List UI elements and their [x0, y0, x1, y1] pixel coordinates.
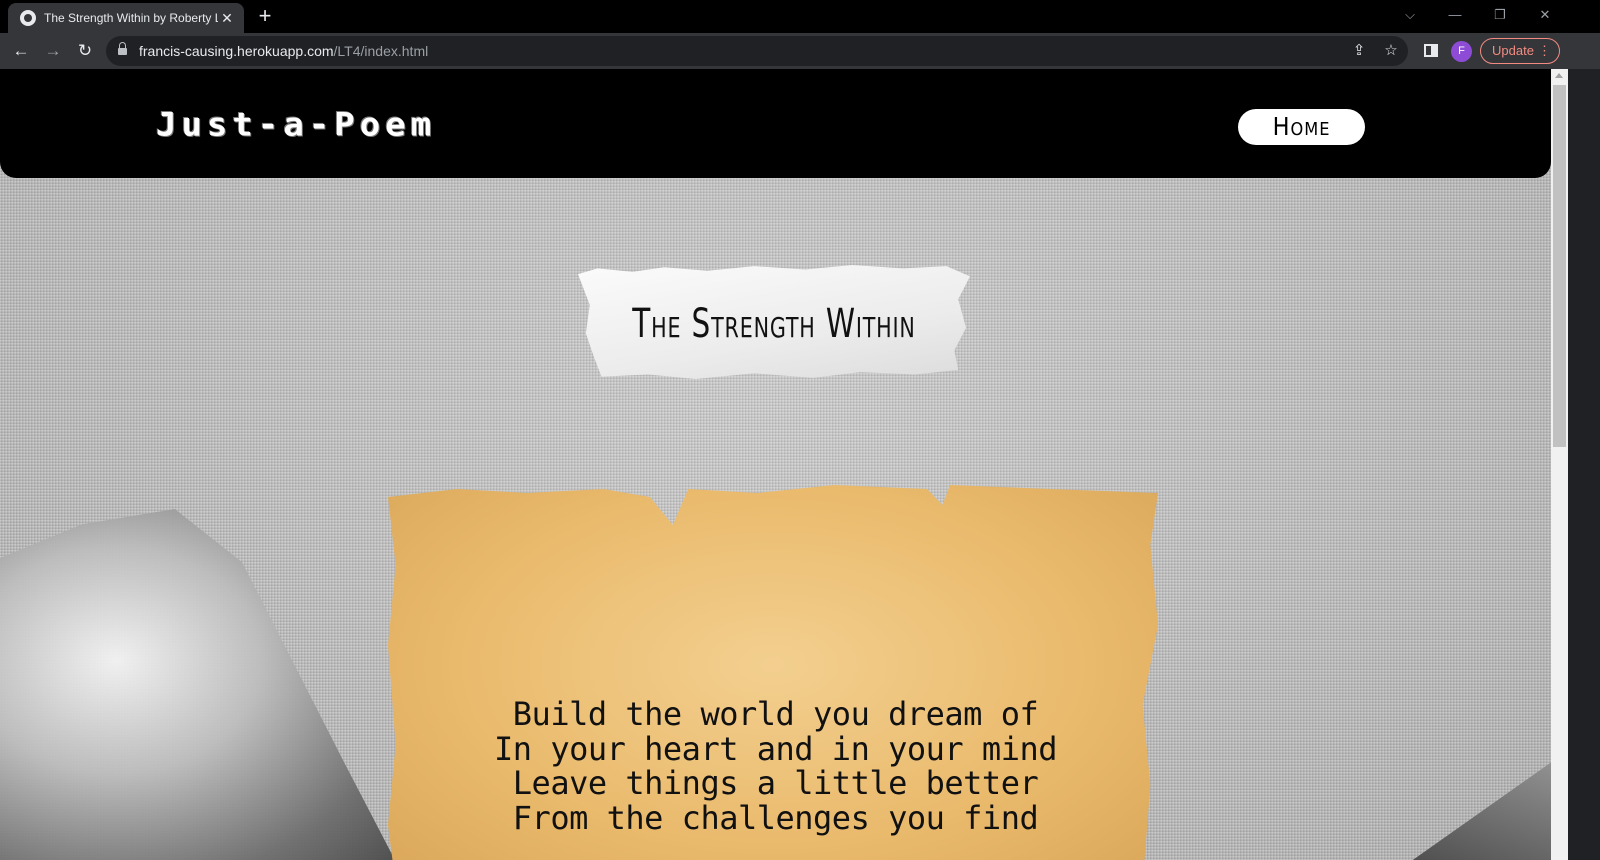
home-button[interactable]: Home — [1238, 109, 1365, 145]
update-button[interactable]: Update ⋮ — [1480, 38, 1560, 64]
back-icon[interactable]: ← — [10, 40, 32, 62]
address-bar[interactable]: francis-causing.herokuapp.com/LT4/index.… — [106, 36, 1408, 66]
browser-toolbar: ← → ↻ francis-causing.herokuapp.com/LT4/… — [0, 33, 1600, 69]
browser-tab[interactable]: The Strength Within by Roberty L ✕ — [8, 3, 244, 33]
poem-line: Build the world you dream of — [512, 695, 1039, 733]
close-icon[interactable]: ✕ — [218, 10, 236, 27]
site-logo[interactable]: Just-a-Poem — [156, 106, 436, 144]
update-label: Update — [1492, 43, 1534, 58]
window-edge — [1568, 69, 1600, 860]
lock-icon[interactable] — [118, 42, 127, 56]
share-icon[interactable]: ⇪ — [1349, 41, 1369, 61]
more-icon[interactable]: ⋮ — [1538, 39, 1551, 63]
reload-icon[interactable]: ↻ — [74, 40, 96, 62]
profile-avatar[interactable]: F — [1451, 41, 1472, 62]
page-scrollbar[interactable] — [1551, 69, 1568, 860]
tab-strip: The Strength Within by Roberty L ✕ + ⌵ —… — [0, 0, 1600, 33]
url-host: francis-causing.herokuapp.com — [139, 43, 334, 59]
url-text[interactable]: francis-causing.herokuapp.com/LT4/index.… — [139, 43, 428, 59]
page-viewport: Just-a-Poem Home The Strength Within Bui… — [0, 69, 1551, 860]
url-path: /LT4/index.html — [333, 43, 429, 59]
minimize-icon[interactable]: — — [1443, 4, 1467, 26]
scroll-thumb[interactable] — [1553, 85, 1566, 447]
poem-line: From the challenges you find — [512, 798, 1039, 837]
forward-icon[interactable]: → — [42, 40, 64, 62]
tab-title: The Strength Within by Roberty L — [44, 11, 218, 25]
scroll-up-icon[interactable] — [1555, 73, 1563, 78]
poem-line: Leave things a little better — [512, 764, 1039, 802]
star-icon[interactable]: ☆ — [1381, 41, 1401, 61]
side-panel-icon[interactable] — [1424, 44, 1438, 57]
globe-icon — [20, 10, 36, 26]
chevron-down-icon[interactable]: ⌵ — [1398, 4, 1422, 26]
poem-title: The Strength Within — [632, 301, 916, 347]
hand-illustration-right — [1400, 749, 1551, 860]
poem-body: Build the world you dream of In your hea… — [388, 697, 1163, 835]
restore-icon[interactable]: ❐ — [1488, 4, 1512, 26]
new-tab-button[interactable]: + — [254, 4, 276, 28]
window-close-icon[interactable]: ✕ — [1533, 4, 1557, 26]
site-header: Just-a-Poem Home — [0, 69, 1551, 178]
hand-illustration — [0, 509, 410, 860]
poem-line: In your heart and in your mind — [494, 729, 1057, 768]
